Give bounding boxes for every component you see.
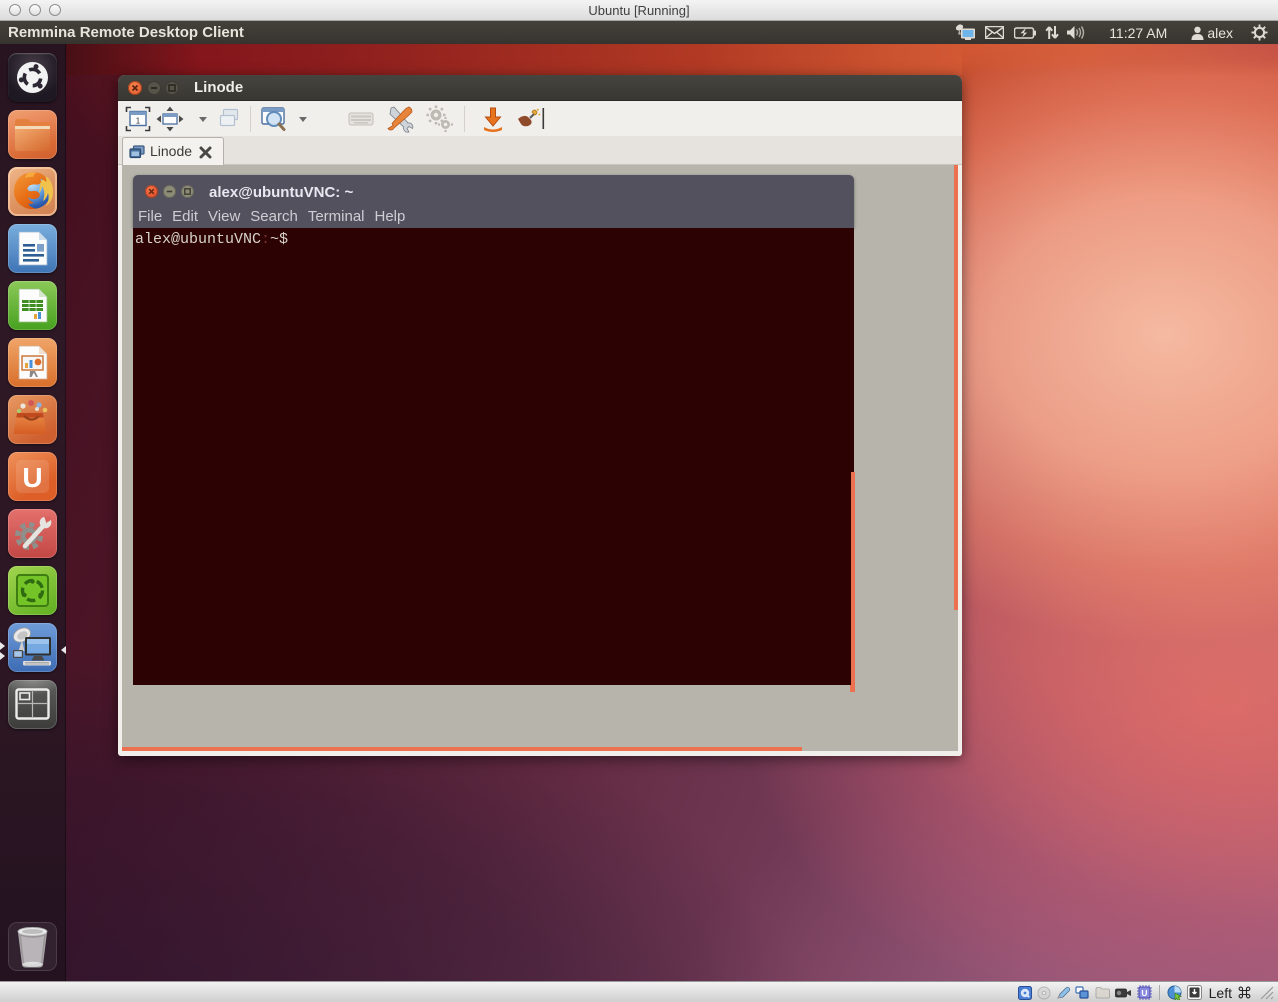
svg-text:U: U xyxy=(22,462,42,493)
svg-text:U: U xyxy=(1141,988,1147,998)
svg-text:1: 1 xyxy=(136,117,141,126)
